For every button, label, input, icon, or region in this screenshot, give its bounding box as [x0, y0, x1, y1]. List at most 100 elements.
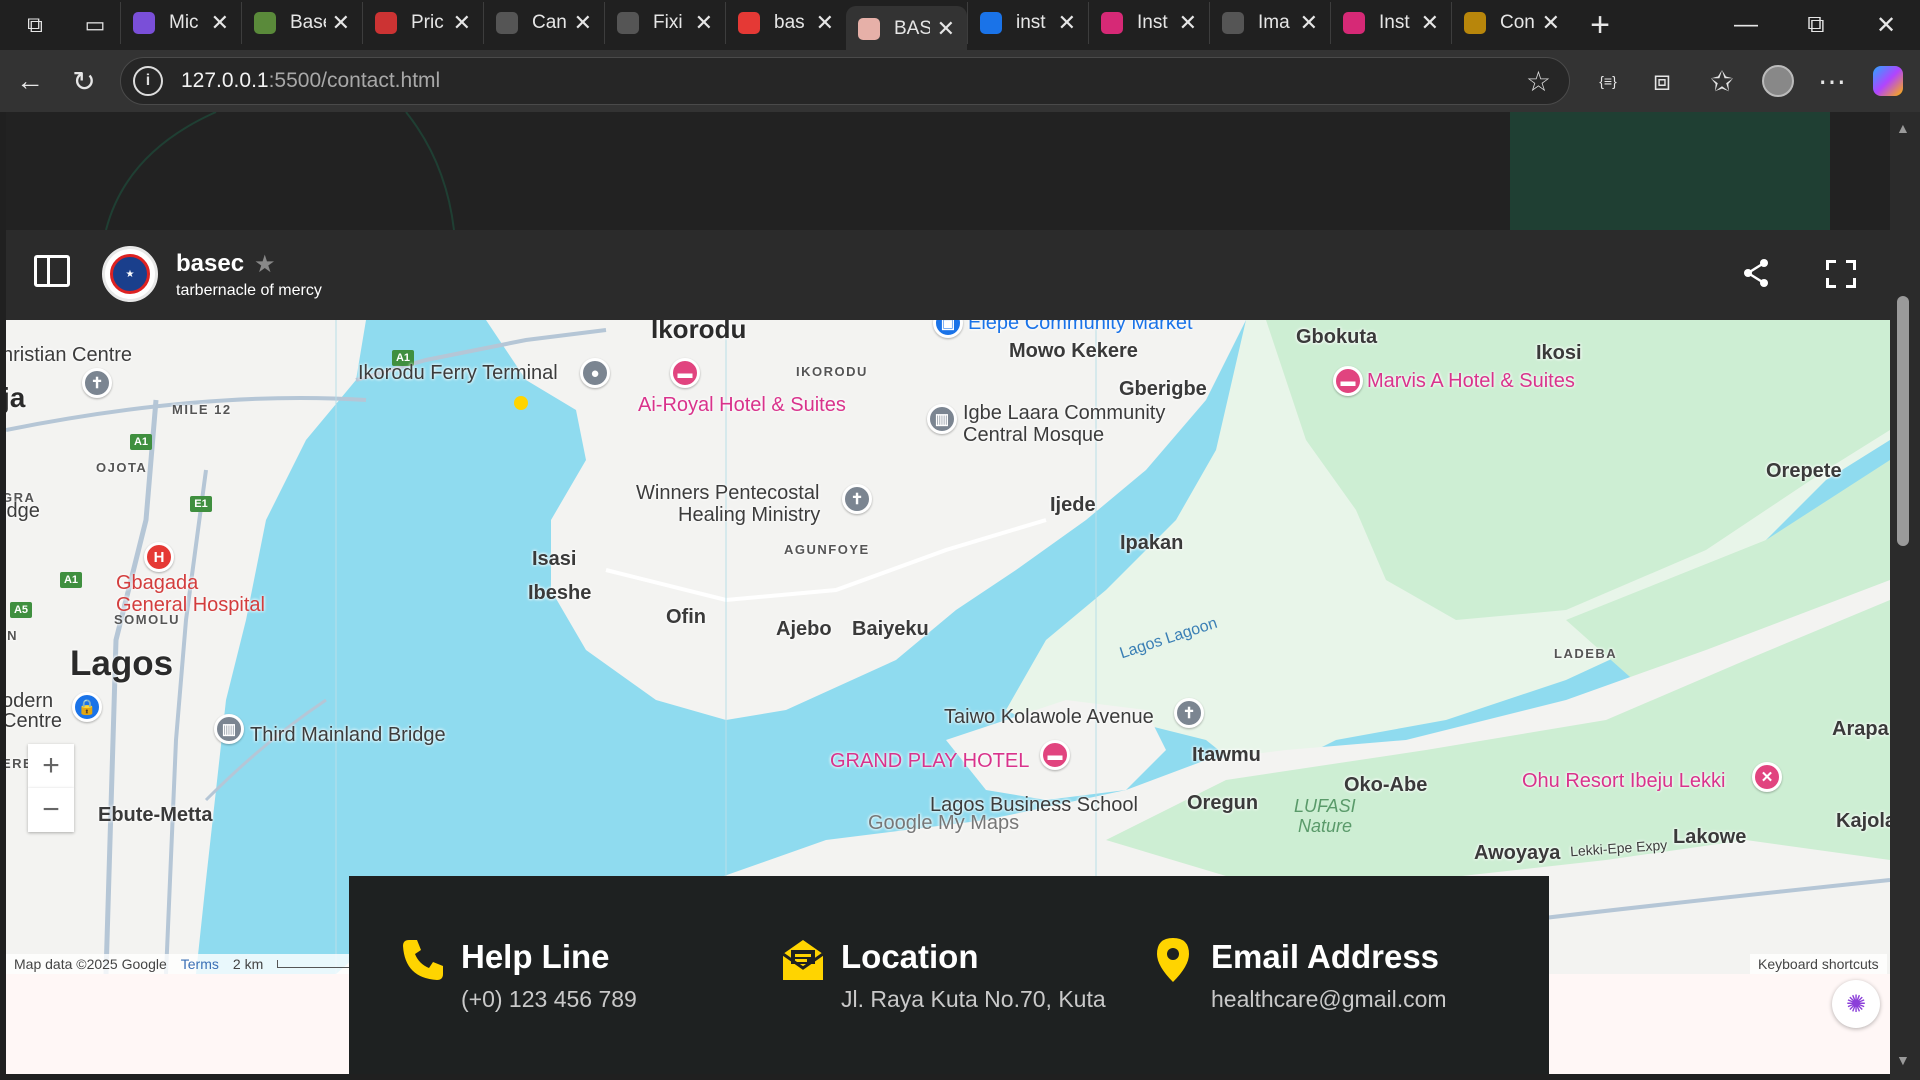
- browser-tab[interactable]: BAS ✕: [846, 6, 967, 52]
- browser-tab[interactable]: Base ✕: [241, 2, 362, 44]
- share-icon[interactable]: [1742, 258, 1770, 288]
- star-icon[interactable]: ★: [254, 250, 276, 279]
- back-button[interactable]: ←: [8, 59, 52, 103]
- place-label: Google My Maps: [868, 812, 1020, 834]
- address-bar[interactable]: i 127.0.0.1:5500/contact.html ☆: [120, 57, 1570, 105]
- browser-tab[interactable]: bas ✕: [725, 2, 846, 44]
- tab-close-icon[interactable]: ✕: [453, 10, 471, 36]
- place-label: Arapa: [1832, 718, 1889, 740]
- place-label: Elepe Community Market: [968, 320, 1193, 334]
- place-label: Isasi: [532, 548, 577, 570]
- more-menu-icon[interactable]: ⋯: [1810, 59, 1854, 103]
- browser-tab[interactable]: Pric ✕: [362, 2, 483, 44]
- tab-close-icon[interactable]: ✕: [1300, 10, 1318, 36]
- place-label: AGUNFOYE: [784, 542, 870, 557]
- place-label: Gbagada: [116, 572, 199, 594]
- read-aloud-icon[interactable]: {≡}: [1586, 59, 1630, 103]
- fullscreen-icon[interactable]: [1826, 260, 1856, 288]
- help-line-number[interactable]: (+0) 123 456 789: [461, 986, 637, 1013]
- tab-close-icon[interactable]: ✕: [1058, 10, 1076, 36]
- mosque-pin-icon[interactable]: ▥: [927, 404, 957, 434]
- gear-icon: [1464, 12, 1486, 34]
- tab-actions-icon[interactable]: ▭: [70, 3, 120, 47]
- url-text[interactable]: 127.0.0.1:5500/contact.html: [181, 69, 440, 93]
- tab-close-icon[interactable]: ✕: [1421, 10, 1439, 36]
- email-address[interactable]: healthcare@gmail.com: [1211, 986, 1447, 1013]
- tab-close-icon[interactable]: ✕: [332, 10, 350, 36]
- scale-label: 2 km: [232, 956, 264, 972]
- church-pin-icon[interactable]: ✝: [842, 484, 872, 514]
- resort-pin-icon[interactable]: ✕: [1752, 762, 1782, 792]
- tab-close-icon[interactable]: ✕: [937, 16, 955, 42]
- church-pin-icon[interactable]: ✝: [82, 368, 112, 398]
- place-label: Ikorodu: [651, 320, 747, 344]
- tab-close-icon[interactable]: ✕: [1179, 10, 1197, 36]
- place-label: LADEBA: [1554, 646, 1618, 661]
- tab-close-icon[interactable]: ✕: [1542, 10, 1560, 36]
- favorites-icon[interactable]: ✩: [1700, 59, 1744, 103]
- hospital-pin-icon[interactable]: H: [144, 542, 174, 572]
- place-label: Awoyaya: [1474, 842, 1561, 864]
- extensions-icon[interactable]: ⧈: [1640, 59, 1684, 103]
- browser-tab[interactable]: Fixi ✕: [604, 2, 725, 44]
- email-title: Email Address: [1211, 938, 1440, 975]
- browser-tab[interactable]: Inst ✕: [1330, 2, 1451, 44]
- browser-tab[interactable]: Inst ✕: [1088, 2, 1209, 44]
- browser-tab[interactable]: Can ✕: [483, 2, 604, 44]
- browser-tab[interactable]: inst ✕: [967, 2, 1088, 44]
- zoom-in-button[interactable]: +: [28, 744, 74, 788]
- scroll-thumb[interactable]: [1897, 296, 1909, 546]
- place-label: Oko-Abe: [1344, 774, 1428, 796]
- tab-close-icon[interactable]: ✕: [816, 10, 834, 36]
- restore-button[interactable]: ⧉: [1782, 0, 1850, 50]
- browser-tab[interactable]: Mic ✕: [120, 2, 241, 44]
- copilot-icon: [133, 12, 155, 34]
- browser-tab[interactable]: Con ✕: [1451, 2, 1572, 44]
- page-scrollbar[interactable]: ▲ ▼: [1890, 112, 1920, 1080]
- browser-tab[interactable]: Ima ✕: [1209, 2, 1330, 44]
- workspaces-icon[interactable]: ⧉: [0, 3, 70, 47]
- scroll-up-icon[interactable]: ▲: [1896, 120, 1910, 136]
- zoom-out-button[interactable]: −: [28, 788, 74, 832]
- place-label: IKORODU: [796, 364, 868, 379]
- place-label: Gberigbe: [1119, 378, 1207, 400]
- map-logo: ★: [102, 246, 158, 302]
- tab-label: Ima: [1258, 12, 1290, 33]
- ai-assistant-icon[interactable]: ✺: [1832, 980, 1880, 1028]
- site-info-icon[interactable]: i: [133, 66, 163, 96]
- close-window-button[interactable]: ✕: [1852, 0, 1920, 50]
- minimize-button[interactable]: —: [1712, 0, 1780, 50]
- place-label: ja: [6, 382, 26, 413]
- place-label: Ikosi: [1536, 342, 1582, 364]
- place-label: Ijede: [1050, 494, 1096, 516]
- new-tab-button[interactable]: +: [1572, 3, 1628, 47]
- hotel-pin-icon[interactable]: ▬: [1040, 740, 1070, 770]
- hotel-pin-icon[interactable]: ▬: [1333, 366, 1363, 396]
- location-marker[interactable]: [514, 396, 528, 410]
- tab-label: bas: [774, 12, 805, 33]
- tab-strip: ⧉ ▭ Mic ✕ Base ✕ Pric ✕ Can ✕ Fixi ✕ bas ✕ BAS ✕ inst ✕…: [0, 0, 1920, 52]
- tab-label: Inst: [1379, 12, 1410, 33]
- hotel-pin-icon[interactable]: ▬: [670, 358, 700, 388]
- terms-link[interactable]: Terms: [181, 956, 219, 972]
- map-legend-toggle-icon[interactable]: [34, 255, 70, 287]
- copilot-icon[interactable]: [1866, 59, 1910, 103]
- contact-info-bar: Help Line (+0) 123 456 789 Location Jl. …: [349, 876, 1549, 1074]
- tab-close-icon[interactable]: ✕: [574, 10, 592, 36]
- tab-close-icon[interactable]: ✕: [695, 10, 713, 36]
- scroll-down-icon[interactable]: ▼: [1896, 1052, 1910, 1068]
- church-pin-icon[interactable]: ✝: [1174, 698, 1204, 728]
- favorite-star-icon[interactable]: ☆: [1526, 65, 1551, 98]
- place-label: Mowo Kekere: [1009, 340, 1138, 362]
- bridge-pin-icon[interactable]: ▥: [214, 714, 244, 744]
- ferry-pin-icon[interactable]: ●: [580, 358, 610, 388]
- shopping-pin-icon[interactable]: 🔒: [72, 692, 102, 722]
- maps-pin-icon: [738, 12, 760, 34]
- tab-close-icon[interactable]: ✕: [211, 10, 229, 36]
- place-label: Centre: [6, 710, 63, 732]
- keyboard-shortcuts-link[interactable]: Keyboard shortcuts: [1750, 954, 1887, 974]
- profile-avatar[interactable]: [1756, 59, 1800, 103]
- refresh-button[interactable]: ↻: [62, 59, 106, 103]
- place-label: IN: [6, 628, 18, 643]
- hero-section: [6, 112, 1890, 230]
